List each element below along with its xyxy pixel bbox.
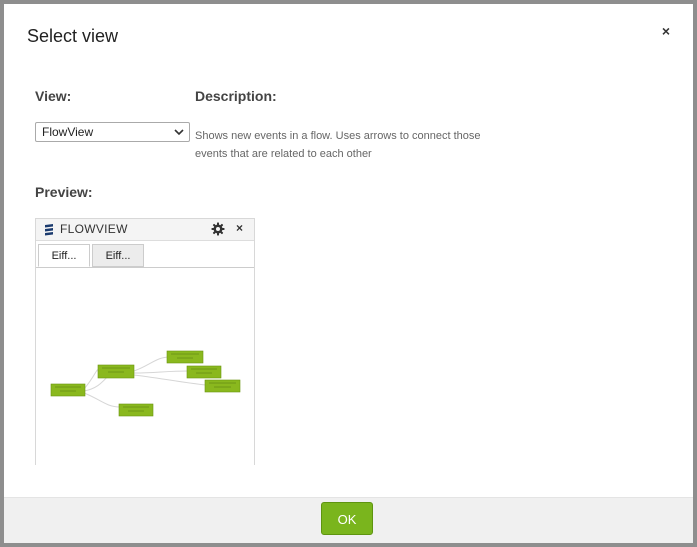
description-label: Description: bbox=[195, 88, 277, 104]
graph-node bbox=[204, 379, 241, 393]
preview-label: Preview: bbox=[35, 184, 93, 200]
dialog-title: Select view bbox=[27, 26, 119, 46]
graph-node bbox=[50, 383, 86, 397]
preview-tab-1: Eiff... bbox=[38, 244, 90, 267]
graph-edge bbox=[83, 369, 99, 390]
view-select-value: FlowView bbox=[42, 125, 94, 139]
graph-edge bbox=[133, 356, 171, 372]
preview-tab-2: Eiff... bbox=[92, 244, 144, 267]
logo-icon bbox=[45, 224, 53, 236]
graph-edge bbox=[133, 370, 189, 374]
graph-node bbox=[186, 365, 222, 379]
graph-node bbox=[118, 403, 154, 417]
preview-header: FLOWVIEW × bbox=[36, 219, 254, 241]
select-view-dialog: Select view × View: Description: FlowVie… bbox=[4, 4, 693, 543]
view-label: View: bbox=[35, 88, 72, 104]
ok-button[interactable]: OK bbox=[321, 502, 373, 535]
gear-icon bbox=[211, 222, 225, 236]
view-select[interactable]: FlowView bbox=[35, 122, 190, 142]
description-line-1: Shows new events in a flow. Uses arrows … bbox=[195, 130, 481, 142]
graph-node bbox=[97, 364, 135, 379]
preview-title: FLOWVIEW bbox=[60, 222, 128, 236]
graph-node bbox=[166, 350, 204, 364]
flow-graph bbox=[50, 350, 241, 417]
graph-nodes bbox=[50, 350, 241, 417]
description-line-2: events that are related to each other bbox=[195, 148, 372, 160]
view-description: Shows new events in a flow. Uses arrows … bbox=[195, 127, 505, 163]
preview-tabs: Eiff... Eiff... bbox=[36, 241, 254, 268]
graph-edge bbox=[83, 392, 121, 408]
preview-panel: FLOWVIEW × Eiff... Eiff... bbox=[35, 218, 255, 465]
close-icon[interactable]: × bbox=[657, 22, 675, 40]
chevron-down-icon bbox=[174, 129, 184, 136]
preview-close-icon: × bbox=[236, 221, 244, 235]
